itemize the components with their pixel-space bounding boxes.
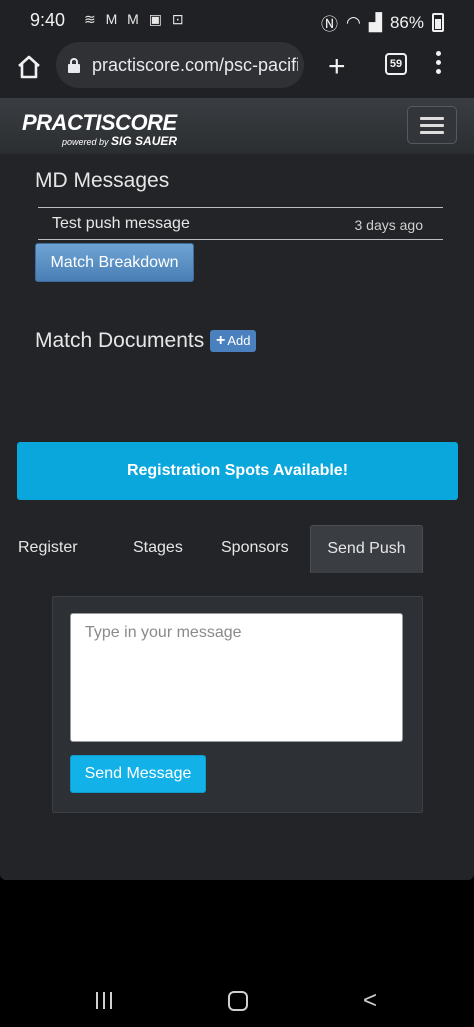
url-text: practiscore.com/psc-pacific	[92, 55, 298, 75]
battery-percent: 86%	[389, 12, 424, 32]
message-row: Test push message 3 days ago	[38, 207, 443, 240]
practiscore-logo[interactable]: PRACTISCORE	[22, 110, 177, 136]
match-documents-title: Match Documents	[35, 329, 205, 352]
send-push-panel: Send Message	[52, 596, 423, 813]
message-time: 3 days ago	[354, 217, 424, 233]
tab-switcher-button[interactable]: 59	[385, 53, 407, 75]
back-icon[interactable]: <	[363, 987, 377, 1015]
recents-icon[interactable]	[96, 992, 117, 1014]
status-right: Ⓝ ◠ ▟ 86%	[321, 10, 444, 35]
main-content: MD Messages Test push message 3 days ago…	[0, 154, 474, 880]
home-nav-icon[interactable]	[228, 991, 248, 1011]
wifi-icon: ◠	[346, 12, 361, 32]
nfc-icon: Ⓝ	[321, 15, 339, 34]
send-message-button[interactable]: Send Message	[70, 755, 206, 793]
site-navbar: PRACTISCORE powered by SIG SAUER	[0, 98, 474, 155]
md-messages-title: MD Messages	[35, 169, 170, 192]
add-document-button[interactable]: + Add	[210, 330, 257, 352]
tab-stages[interactable]: Stages	[133, 525, 203, 572]
status-bar: 9:40 ≋ M M ▣ ⊡ Ⓝ ◠ ▟ 86%	[0, 0, 474, 42]
tab-sponsors[interactable]: Sponsors	[221, 525, 301, 572]
plus-icon: +	[216, 332, 226, 349]
status-time: 9:40	[30, 10, 66, 30]
match-breakdown-button[interactable]: Match Breakdown	[35, 243, 194, 282]
browser-menu-icon[interactable]	[436, 51, 446, 78]
tab-register[interactable]: Register	[18, 525, 113, 572]
notification-icons: ≋ M M ▣ ⊡	[84, 11, 187, 27]
new-tab-icon[interactable]: +	[328, 52, 346, 82]
signal-icon: ▟	[368, 12, 382, 32]
android-nav-bar: <	[0, 973, 474, 1027]
browser-toolbar: practiscore.com/psc-pacific + 59	[0, 42, 474, 98]
lock-icon	[68, 58, 80, 73]
registration-banner[interactable]: Registration Spots Available!	[17, 442, 458, 500]
message-text: Test push message	[52, 215, 190, 232]
logo-tagline: powered by SIG SAUER	[62, 134, 178, 148]
address-bar[interactable]: practiscore.com/psc-pacific	[56, 42, 304, 88]
home-icon[interactable]	[16, 54, 42, 80]
battery-icon	[432, 13, 444, 32]
hamburger-menu-button[interactable]	[407, 106, 457, 144]
message-input[interactable]	[70, 613, 403, 742]
tab-send-push[interactable]: Send Push	[310, 525, 423, 573]
